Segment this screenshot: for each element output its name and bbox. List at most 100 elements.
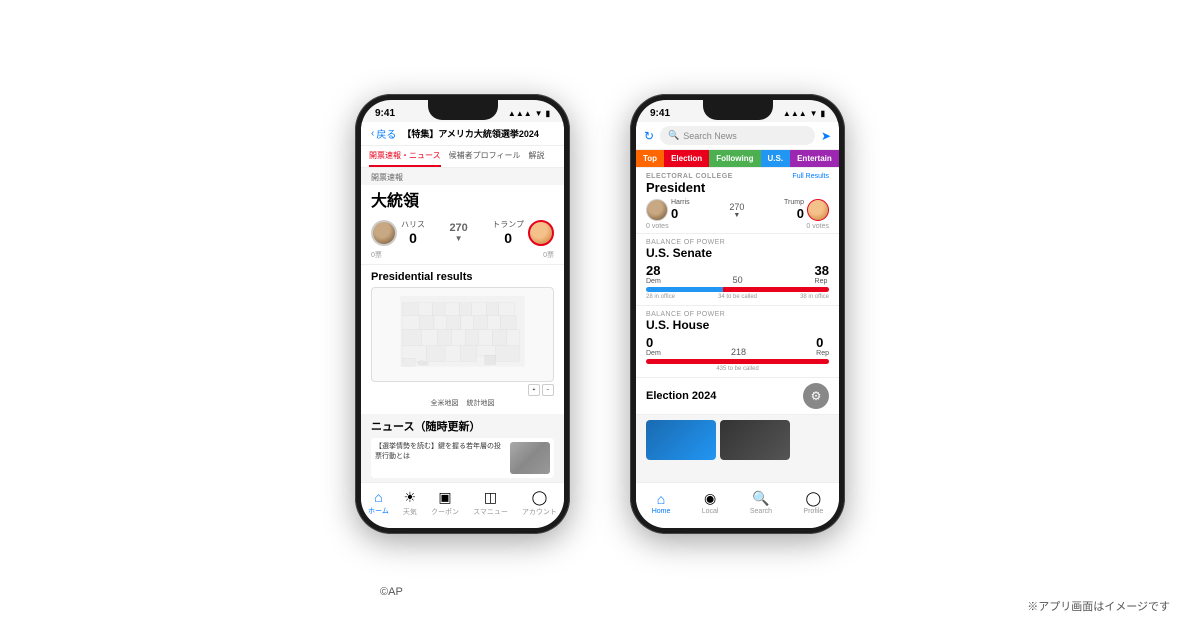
- electoral-num-right: 270: [729, 202, 744, 212]
- wifi-icon-r: ▼: [810, 109, 818, 118]
- nav-profile-right[interactable]: ◯ Profile: [803, 490, 823, 515]
- bottom-nav-left: ⌂ ホーム ☀ 天気 ▣ クーポン ◫ スマニュー ◯ アカウント: [361, 482, 564, 528]
- nav-bar-left: ‹ 戻る 【特集】アメリカ大統領選挙2024: [361, 122, 564, 146]
- home-icon-right: ⌂: [657, 491, 665, 507]
- map-title: Presidential results: [371, 271, 554, 283]
- section-label-left: 開票速報: [361, 168, 564, 185]
- ec-label: ELECTORAL COLLEGE: [646, 173, 733, 180]
- news-thumb-1[interactable]: [646, 420, 716, 460]
- candidates-row-left: ハリス 0 270 ▼ トランプ 0: [361, 215, 564, 250]
- tab-explain[interactable]: 解説: [528, 150, 544, 167]
- harris-candidate: ハリス 0: [371, 219, 425, 246]
- news-item-left[interactable]: 【選挙情勢を読む】鍵を握る若年層の投票行動とは: [371, 438, 554, 478]
- senate-rep-label: Rep: [815, 278, 829, 285]
- status-time-right: 9:41: [650, 108, 670, 119]
- senate-numbers: 28 Dem 50 38 Rep: [646, 263, 829, 285]
- weather-icon: ☀: [404, 489, 417, 506]
- harris-votes-right: 0: [671, 206, 690, 221]
- nav-local-right[interactable]: ◉ Local: [702, 490, 719, 515]
- search-icon: 🔍: [668, 130, 679, 141]
- house-numbers: 0 Dem 218 0 Rep: [646, 335, 829, 357]
- trump-avatar: [528, 220, 554, 246]
- news-thumb-2[interactable]: [720, 420, 790, 460]
- house-section: BALANCE OF POWER U.S. House 0 Dem 218 0 …: [636, 306, 839, 378]
- nav-home[interactable]: ⌂ ホーム: [368, 489, 389, 516]
- settings-button[interactable]: ⚙: [803, 383, 829, 409]
- right-phone: 9:41 ▲▲▲ ▼ ▮ ↻ 🔍 Search News ➤ Top Elec: [630, 94, 845, 534]
- nav-smanews-label: スマニュー: [473, 507, 508, 517]
- news-text: 【選挙情勢を読む】鍵を握る若年層の投票行動とは: [375, 442, 504, 474]
- news-strip-right: [636, 415, 839, 460]
- house-bar-rep: [648, 359, 829, 364]
- trump-name: トランプ: [492, 219, 524, 230]
- harris-avatar-right: [646, 199, 668, 221]
- search-input[interactable]: 🔍 Search News: [660, 126, 815, 145]
- footnote-ap: ©AP: [380, 586, 403, 598]
- back-label: 戻る: [376, 126, 396, 141]
- house-title: U.S. House: [646, 318, 829, 332]
- tab-following[interactable]: Following: [709, 150, 760, 167]
- bottom-nav-right: ⌂ Home ◉ Local 🔍 Search ◯ Profile: [636, 482, 839, 528]
- house-dem: 0: [646, 335, 661, 350]
- signal-icon-r: ▲▲▲: [783, 109, 807, 118]
- us-map-svg: [381, 295, 544, 374]
- trump-avatar-right: [807, 199, 829, 221]
- back-button[interactable]: ‹ 戻る: [371, 126, 396, 141]
- votes-left-right: 0 votes: [646, 223, 669, 230]
- house-sub: 435 to be called: [646, 366, 829, 372]
- house-rep-label: Rep: [816, 350, 829, 357]
- refresh-icon[interactable]: ↻: [644, 129, 654, 143]
- status-icons-left: ▲▲▲ ▼ ▮: [508, 109, 550, 118]
- nav-account[interactable]: ◯ アカウント: [522, 489, 557, 517]
- senate-rep: 38: [815, 263, 829, 278]
- harris-name: ハリス: [401, 219, 425, 230]
- ec-votes-row: 0 votes 0 votes: [646, 223, 829, 230]
- nav-smanews[interactable]: ◫ スマニュー: [473, 489, 508, 517]
- senate-mid: 50: [733, 275, 743, 285]
- candidates-row-right: Harris 0 270 ▼ Trump 0: [646, 199, 829, 221]
- nav-search-right[interactable]: 🔍 Search: [750, 490, 772, 515]
- senate-section: BALANCE OF POWER U.S. Senate 28 Dem 50 3…: [636, 234, 839, 306]
- btn-zoomin[interactable]: +: [528, 384, 540, 396]
- harris-votes: 0: [401, 230, 425, 246]
- status-icons-right: ▲▲▲ ▼ ▮: [783, 109, 825, 118]
- us-map-container: [371, 287, 554, 382]
- tab-election[interactable]: Election: [664, 150, 709, 167]
- profile-icon-right: ◯: [806, 490, 822, 507]
- tab-bar-left: 開票速報・ニュース 候補者プロフィール 解説: [361, 146, 564, 168]
- notch-right: [703, 100, 773, 120]
- legend-all[interactable]: 全米地図: [431, 398, 459, 408]
- tab-profile[interactable]: 候補者プロフィール: [449, 150, 521, 167]
- nav-home-label: ホーム: [368, 506, 389, 516]
- legend-stats[interactable]: 統計地図: [467, 398, 495, 408]
- btn-zoomout[interactable]: −: [542, 384, 554, 396]
- tab-top[interactable]: Top: [636, 150, 664, 167]
- nav-weather-label: 天気: [403, 507, 417, 517]
- senate-title: U.S. Senate: [646, 246, 829, 260]
- electoral-mid: 270 ▼: [729, 202, 744, 219]
- nav-weather[interactable]: ☀ 天気: [403, 489, 417, 517]
- senate-dem: 28: [646, 263, 661, 278]
- ec-full-results[interactable]: Full Results: [792, 173, 829, 180]
- nav-home-right[interactable]: ⌂ Home: [652, 491, 671, 515]
- trump-votes-right: 0: [784, 206, 804, 221]
- nav-home-label-right: Home: [652, 508, 671, 515]
- home-icon: ⌂: [374, 489, 382, 505]
- search-nav-icon: 🔍: [752, 490, 769, 507]
- signal-icon: ▲▲▲: [508, 109, 532, 118]
- chevron-left-icon: ‹: [371, 128, 374, 139]
- tab-news[interactable]: 開票速報・ニュース: [369, 150, 441, 167]
- nav-coupon[interactable]: ▣ クーポン: [431, 489, 459, 517]
- coupon-icon: ▣: [438, 489, 451, 506]
- map-legend: 全米地図 統計地図: [371, 398, 554, 408]
- harris-avatar: [371, 220, 397, 246]
- tabs-row-right: Top Election Following U.S. Entertain: [636, 150, 839, 168]
- battery-icon-r: ▮: [821, 109, 825, 118]
- senate-sub-right: 38 in office: [800, 294, 829, 300]
- send-icon[interactable]: ➤: [821, 129, 831, 143]
- tab-us[interactable]: U.S.: [761, 150, 791, 167]
- section-title-left: 大統領: [361, 185, 564, 215]
- electoral-num: 270: [449, 222, 467, 234]
- tab-entertain[interactable]: Entertain: [790, 150, 839, 167]
- arrow-down-icon: ▼: [455, 234, 463, 243]
